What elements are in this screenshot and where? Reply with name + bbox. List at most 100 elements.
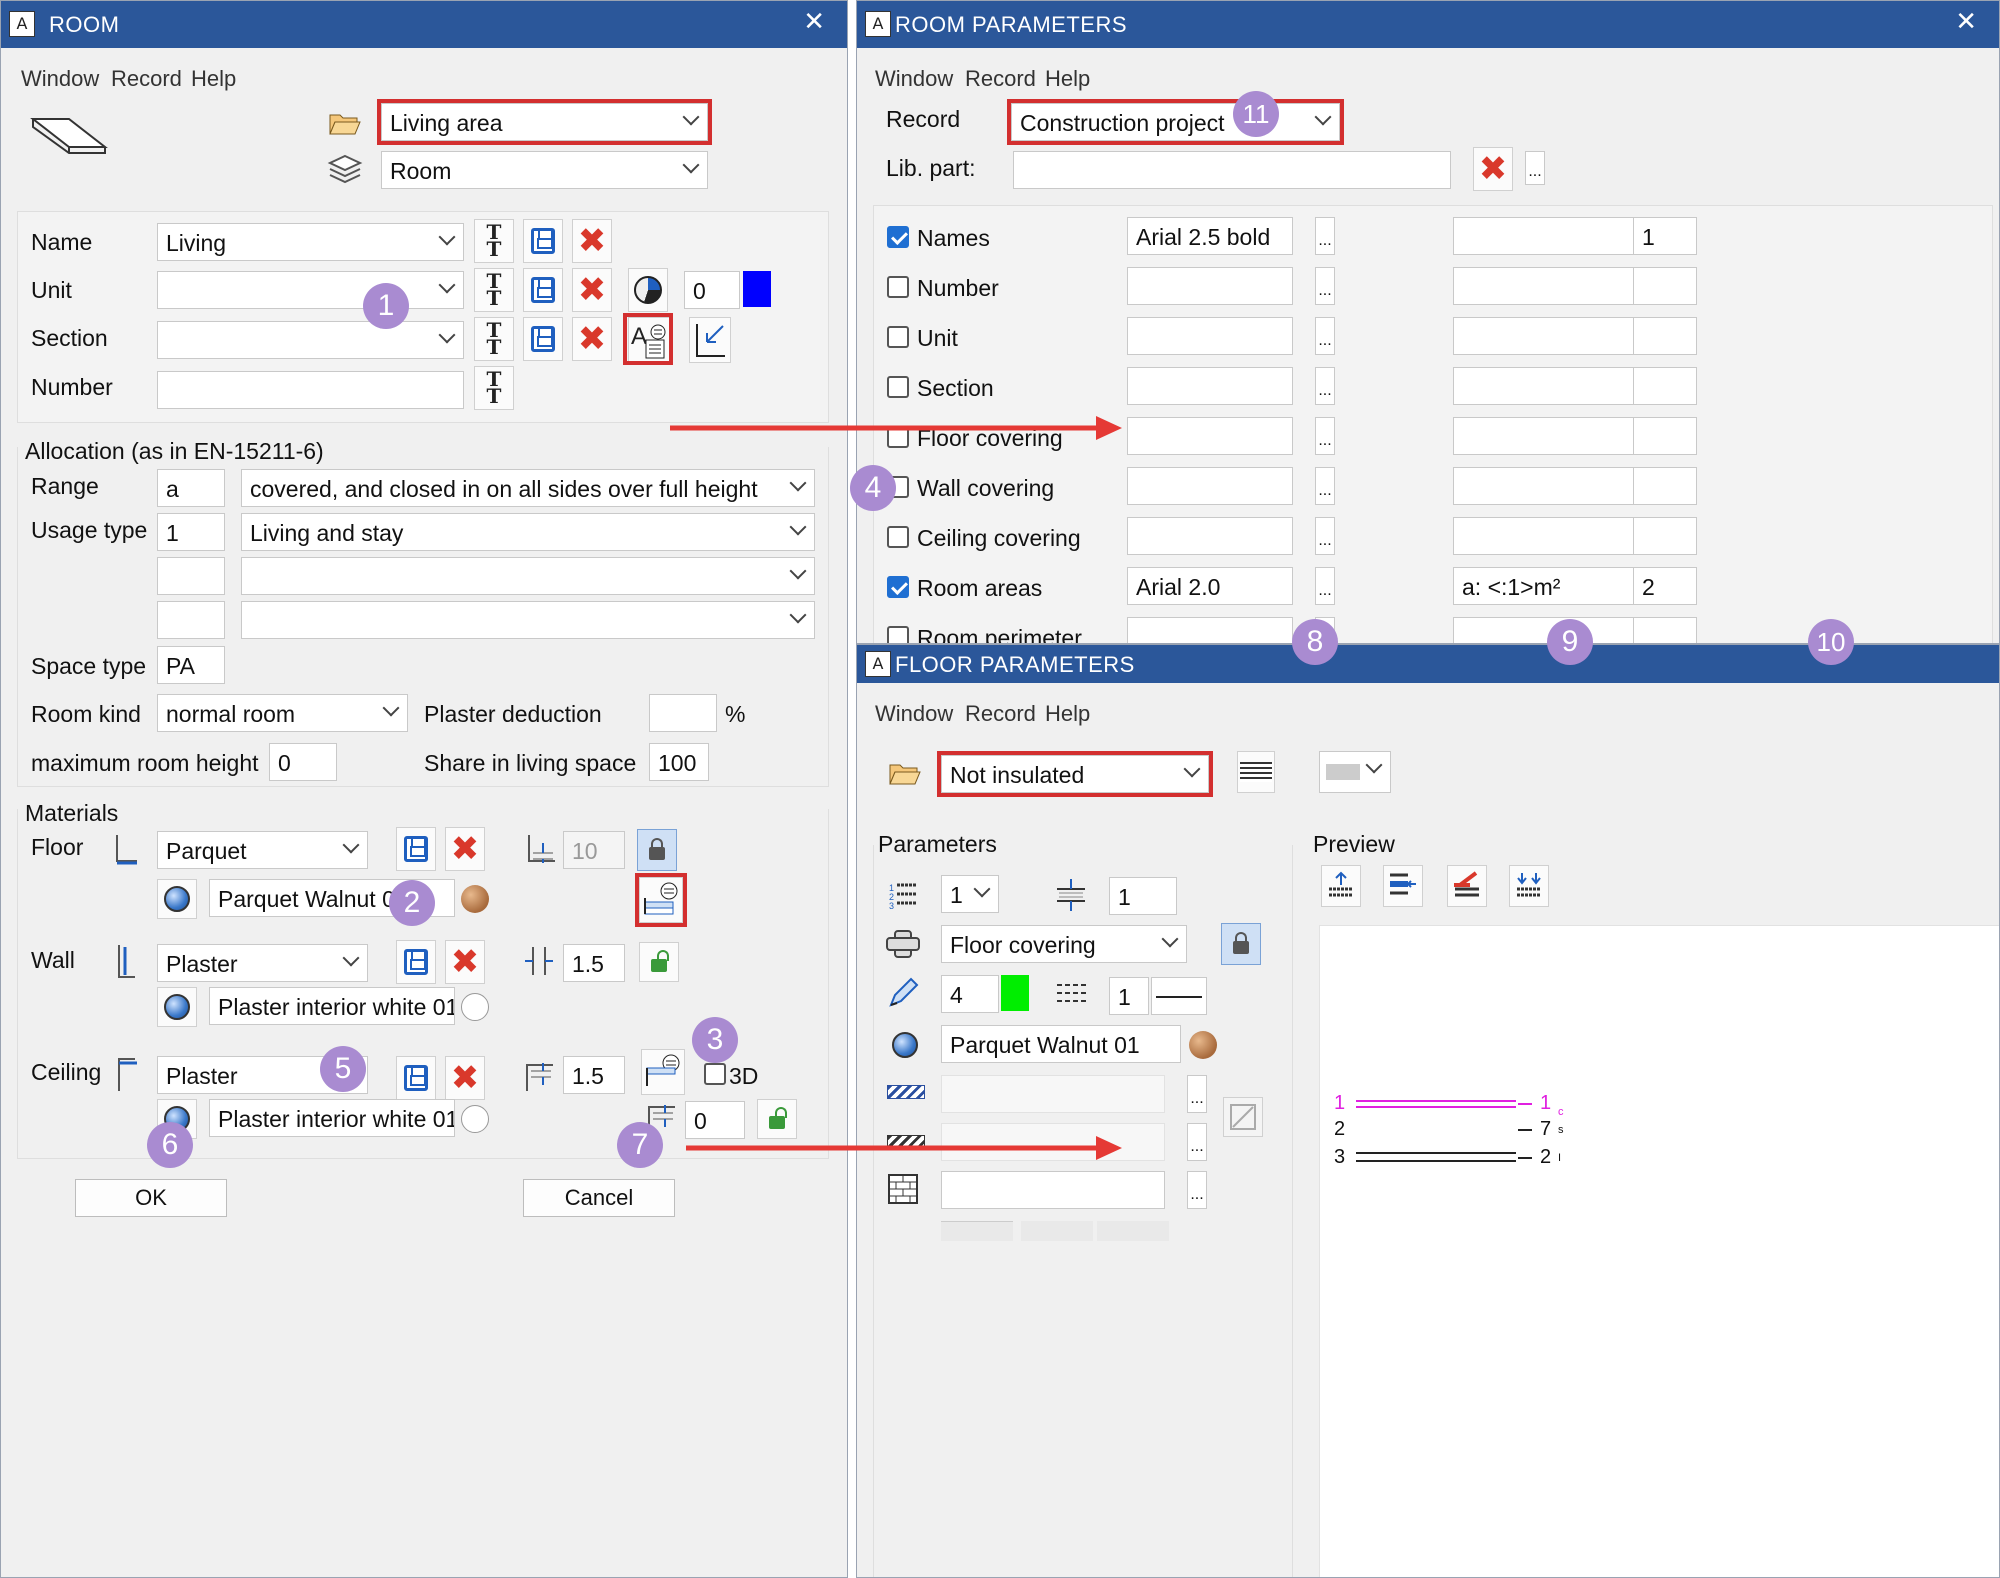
- hatching-button[interactable]: [1237, 751, 1275, 793]
- position-field[interactable]: [1633, 617, 1697, 643]
- browse-button[interactable]: ...: [1315, 467, 1335, 505]
- white-texture-icon[interactable]: [461, 993, 489, 1021]
- font-field[interactable]: [1127, 367, 1293, 405]
- close-icon[interactable]: ✕: [803, 7, 825, 37]
- label-text-field[interactable]: [1453, 517, 1637, 555]
- label-text-field[interactable]: [1453, 317, 1637, 355]
- floor-preset-dropdown[interactable]: Not insulated: [941, 755, 1209, 793]
- libpart-field[interactable]: [1013, 151, 1451, 189]
- option-checkbox[interactable]: [887, 326, 909, 348]
- lock-button[interactable]: [1221, 923, 1261, 965]
- surface-globe-button[interactable]: [885, 1025, 925, 1065]
- disabled-pattern-icon[interactable]: [1223, 1097, 1263, 1137]
- delete-button[interactable]: ✖: [445, 940, 485, 984]
- delete-button[interactable]: ✖: [572, 268, 612, 312]
- ceiling-offset-field[interactable]: 0: [685, 1101, 745, 1139]
- save-button[interactable]: [396, 1056, 436, 1100]
- option-checkbox[interactable]: [887, 376, 909, 398]
- ok-button[interactable]: OK: [75, 1179, 227, 1217]
- browse-button[interactable]: ...: [1315, 517, 1335, 555]
- position-field[interactable]: [1633, 367, 1697, 405]
- menu-window[interactable]: Window: [875, 701, 953, 727]
- floor-parameters-icon[interactable]: [639, 877, 683, 923]
- label-placement-icon[interactable]: [689, 317, 731, 363]
- label-text-field[interactable]: [1453, 467, 1637, 505]
- position-field[interactable]: [1633, 517, 1697, 555]
- pen-color-swatch[interactable]: [1001, 975, 1029, 1011]
- menu-record[interactable]: Record: [111, 66, 182, 92]
- wood-texture-icon[interactable]: [1189, 1031, 1217, 1059]
- usage-dropdown-3[interactable]: [241, 601, 815, 639]
- ceiling-thickness-field[interactable]: 1.5: [563, 1056, 625, 1094]
- menu-help[interactable]: Help: [1045, 701, 1090, 727]
- white-texture-icon[interactable]: [461, 1105, 489, 1133]
- layer-select-dropdown[interactable]: 1: [941, 875, 999, 913]
- hatching-field[interactable]: [941, 1075, 1165, 1113]
- fill-color-icon[interactable]: [628, 268, 668, 312]
- text-style-button[interactable]: TT: [474, 366, 514, 410]
- preview-layer-split-button[interactable]: [1509, 865, 1549, 907]
- browse-button[interactable]: ...: [1315, 267, 1335, 305]
- max-height-field[interactable]: 0: [269, 743, 337, 781]
- cancel-button[interactable]: Cancel: [523, 1179, 675, 1217]
- delete-button[interactable]: ✖: [572, 219, 612, 263]
- wall-thickness-field[interactable]: 1.5: [563, 944, 625, 982]
- folder-icon[interactable]: [889, 761, 921, 785]
- surface-globe-button[interactable]: [157, 987, 197, 1027]
- unit-color-swatch[interactable]: [743, 271, 771, 307]
- save-button[interactable]: [523, 268, 563, 312]
- delete-button[interactable]: ✖: [445, 827, 485, 871]
- lock-button[interactable]: [637, 829, 677, 871]
- save-button[interactable]: [396, 940, 436, 984]
- ceiling-parameters-icon[interactable]: [641, 1049, 685, 1095]
- label-text-field[interactable]: [1453, 267, 1637, 305]
- usage-dropdown-2[interactable]: [241, 557, 815, 595]
- preview-layer-up-button[interactable]: [1321, 865, 1361, 907]
- range-dropdown[interactable]: covered, and closed in on all sides over…: [241, 469, 815, 507]
- space-type-field[interactable]: PA: [157, 646, 225, 684]
- layer-thickness-field[interactable]: 1: [1109, 877, 1177, 915]
- menu-window[interactable]: Window: [875, 66, 953, 92]
- position-field[interactable]: [1633, 267, 1697, 305]
- delete-button[interactable]: ✖: [1473, 147, 1513, 191]
- save-button[interactable]: [396, 827, 436, 871]
- label-parameters-icon[interactable]: A: [628, 317, 670, 363]
- save-button[interactable]: [523, 219, 563, 263]
- position-field[interactable]: 1: [1633, 217, 1697, 255]
- folder-icon[interactable]: [329, 111, 361, 135]
- preview-layer-insert-button[interactable]: [1383, 865, 1423, 907]
- option-checkbox[interactable]: [887, 276, 909, 298]
- browse-button[interactable]: ...: [1187, 1075, 1207, 1113]
- label-text-field[interactable]: [1453, 617, 1637, 643]
- font-field[interactable]: Arial 2.5 bold: [1127, 217, 1293, 255]
- browse-button[interactable]: ...: [1315, 417, 1335, 455]
- ceiling-surface-field[interactable]: Plaster interior white 01: [209, 1099, 455, 1137]
- position-field[interactable]: [1633, 467, 1697, 505]
- browse-button[interactable]: ...: [1187, 1171, 1207, 1209]
- type-dropdown[interactable]: Room: [381, 151, 708, 189]
- preview-layer-delete-button[interactable]: [1447, 865, 1487, 907]
- text-style-button[interactable]: TT: [474, 317, 514, 361]
- floor-thickness-field[interactable]: 10: [563, 831, 625, 869]
- text-style-button[interactable]: TT: [474, 219, 514, 263]
- color-dropdown[interactable]: [1319, 751, 1391, 793]
- font-field[interactable]: [1127, 467, 1293, 505]
- room-kind-dropdown[interactable]: normal room: [157, 694, 408, 732]
- label-text-field[interactable]: [1453, 417, 1637, 455]
- usage-code-field-3[interactable]: [157, 601, 225, 639]
- plaster-deduction-field[interactable]: [649, 694, 717, 732]
- position-field[interactable]: 2: [1633, 567, 1697, 605]
- position-field[interactable]: [1633, 317, 1697, 355]
- font-field[interactable]: [1127, 317, 1293, 355]
- unit-dropdown[interactable]: [157, 271, 464, 309]
- save-button[interactable]: [523, 317, 563, 361]
- menu-record[interactable]: Record: [965, 66, 1036, 92]
- browse-button[interactable]: ...: [1187, 1123, 1207, 1161]
- three-d-checkbox[interactable]: [704, 1063, 726, 1085]
- line-style-dropdown[interactable]: [1151, 977, 1207, 1015]
- section-dropdown[interactable]: [157, 321, 464, 359]
- number-field[interactable]: [157, 371, 464, 409]
- line-field[interactable]: 1: [1109, 977, 1149, 1015]
- usage-code-field-2[interactable]: [157, 557, 225, 595]
- label-text-field[interactable]: a: <:1>m²: [1453, 567, 1637, 605]
